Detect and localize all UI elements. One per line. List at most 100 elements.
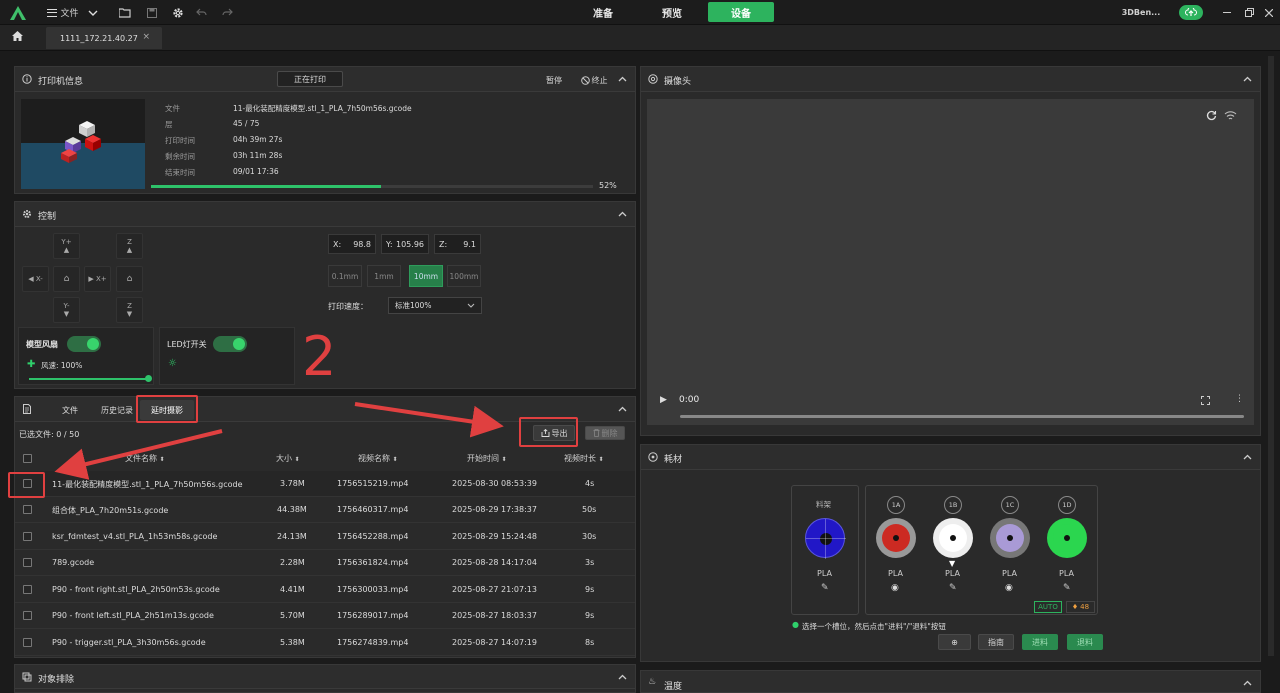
filament-header: 耗材 <box>641 445 1260 470</box>
tab-files[interactable]: 文件 <box>62 405 78 416</box>
jog-x-minus-button[interactable]: ◀ X- <box>22 266 49 292</box>
step-0-1mm-button[interactable]: 0.1mm <box>328 265 362 287</box>
printer-info-panel: 打印机信息 正在打印 暂停 终止 文件 11-最化装配精度模型.stl_1_PL… <box>14 66 636 194</box>
sort-icon: ⬍ <box>294 456 300 463</box>
jog-y-minus-button[interactable]: Y- ▼ <box>53 297 80 323</box>
play-icon[interactable]: ▶ <box>660 395 667 405</box>
guide-button[interactable]: 指南 <box>978 634 1014 650</box>
fan-slider-handle[interactable] <box>145 375 152 382</box>
humidity-badge: ♦ 48 <box>1066 601 1095 613</box>
open-folder-icon[interactable] <box>118 0 132 25</box>
tab-prepare[interactable]: 准备 <box>583 2 623 22</box>
close-icon[interactable]: × <box>142 32 150 42</box>
row-size: 4.41M <box>280 585 305 594</box>
chevron-up-icon[interactable] <box>618 405 627 414</box>
rack-spool[interactable] <box>805 518 846 559</box>
edit-icon[interactable]: ✎ <box>949 583 957 593</box>
jog-z-down-button[interactable]: Z ▼ <box>116 297 143 323</box>
row-video: 1756515219.mp4 <box>337 479 409 488</box>
page-scrollbar[interactable] <box>1268 56 1274 656</box>
column-header-size[interactable]: 大小 ⬍ <box>276 453 300 464</box>
step-10mm-button[interactable]: 10mm <box>409 265 443 287</box>
model-fan-toggle[interactable] <box>67 336 101 352</box>
row-checkbox[interactable] <box>23 638 32 647</box>
row-checkbox[interactable] <box>23 505 32 514</box>
chevron-up-icon[interactable] <box>618 673 627 682</box>
more-options-icon[interactable]: ⋮ <box>1235 394 1244 404</box>
gear-icon[interactable] <box>171 0 185 25</box>
refresh-icon[interactable] <box>1206 110 1217 121</box>
step-1mm-button[interactable]: 1mm <box>367 265 401 287</box>
row-checkbox[interactable] <box>23 611 32 620</box>
select-all-checkbox[interactable] <box>23 454 32 463</box>
chevron-up-icon[interactable] <box>1243 679 1252 688</box>
chevron-down-icon[interactable] <box>86 0 100 25</box>
object-exclusion-title: 对象排除 <box>38 675 75 685</box>
restore-icon[interactable] <box>1242 0 1256 25</box>
minimize-icon[interactable] <box>1220 0 1234 25</box>
table-row[interactable]: ksr_fdmtest_v4.stl_PLA_1h53m58s.gcode 24… <box>15 524 635 550</box>
table-row[interactable]: P90 - front right.stl_PLA_2h50m53s.gcode… <box>15 577 635 603</box>
column-header-name[interactable]: 文件名称 ⬍ <box>125 453 165 464</box>
tab-history[interactable]: 历史记录 <box>101 405 133 416</box>
delete-button[interactable]: 删除 <box>585 426 625 440</box>
table-row[interactable]: 789.gcode 2.28M 1756361824.mp4 2025-08-2… <box>15 550 635 576</box>
rack-slot[interactable]: 料架 PLA ✎ <box>791 485 859 615</box>
stop-button[interactable]: 终止 <box>571 72 617 88</box>
column-header-video[interactable]: 视频名称 ⬍ <box>358 453 398 464</box>
column-header-start-time[interactable]: 开始时间 ⬍ <box>467 453 507 464</box>
print-time-value: 04h 39m 27s <box>233 135 283 144</box>
load-button[interactable]: 进料 <box>1022 634 1058 650</box>
file-menu[interactable]: 文件 <box>42 0 84 25</box>
save-icon[interactable] <box>145 0 159 25</box>
jog-x-plus-button[interactable]: ▶ X+ <box>84 266 111 292</box>
printer-info-header: 打印机信息 正在打印 暂停 终止 <box>15 67 635 92</box>
step-100mm-button[interactable]: 100mm <box>447 265 481 287</box>
slot-tag-1a: 1A <box>887 496 905 514</box>
row-checkbox[interactable] <box>23 585 32 594</box>
unload-button[interactable]: 退料 <box>1067 634 1103 650</box>
eye-icon[interactable]: ◉ <box>891 583 899 593</box>
table-row[interactable]: 11-最化装配精度模型.stl_1_PLA_7h50m56s.gcode 3.7… <box>15 471 635 497</box>
led-toggle[interactable] <box>213 336 247 352</box>
edit-icon[interactable]: ✎ <box>821 583 829 593</box>
chevron-up-icon[interactable] <box>618 210 627 219</box>
row-checkbox[interactable] <box>23 532 32 541</box>
globe-button[interactable]: ⊕ <box>938 634 971 650</box>
chevron-up-icon[interactable] <box>1243 453 1252 462</box>
spool-1c[interactable] <box>990 518 1030 558</box>
cloud-upload-icon[interactable] <box>1178 0 1204 25</box>
chevron-up-icon[interactable] <box>618 75 627 84</box>
spool-1a[interactable] <box>876 518 916 558</box>
auto-refill-badge[interactable]: AUTO <box>1034 601 1062 613</box>
table-row[interactable]: 组合体_PLA_7h20m51s.gcode 44.38M 1756460317… <box>15 497 635 523</box>
spool-1b[interactable] <box>933 518 973 558</box>
fullscreen-icon[interactable] <box>1201 396 1210 405</box>
row-size: 24.13M <box>277 532 307 541</box>
column-header-duration[interactable]: 视频时长 ⬍ <box>564 453 604 464</box>
jog-y-plus-button[interactable]: Y+ ▲ <box>53 233 80 259</box>
row-file-name: 11-最化装配精度模型.stl_1_PLA_7h50m56s.gcode <box>52 480 243 489</box>
home-icon[interactable] <box>12 31 23 44</box>
close-window-icon[interactable] <box>1262 0 1276 25</box>
jog-home-z-button[interactable]: ⌂ <box>116 266 143 292</box>
tab-device[interactable]: 设备 <box>708 2 774 22</box>
edit-icon[interactable]: ✎ <box>1063 583 1071 593</box>
tab-device-connection[interactable]: 1111_172.21.40.27 × <box>46 27 162 49</box>
table-row[interactable]: P90 - front left.stl_PLA_2h51m13s.gcode … <box>15 603 635 629</box>
row-checkbox[interactable] <box>23 558 32 567</box>
jog-home-xy-button[interactable]: ⌂ <box>53 266 80 292</box>
print-speed-select[interactable]: 标准100% <box>388 297 482 314</box>
table-row[interactable]: P90 - trigger.stl_PLA_3h30m56s.gcode 5.3… <box>15 630 635 656</box>
fan-speed-slider[interactable] <box>29 375 152 382</box>
row-start-time: 2025-08-28 14:17:04 <box>452 558 537 567</box>
eye-icon[interactable]: ◉ <box>1005 583 1013 593</box>
jog-z-up-button[interactable]: Z ▲ <box>116 233 143 259</box>
camera-video[interactable]: ▶ 0:00 ⋮ <box>647 99 1254 425</box>
video-scrubber[interactable] <box>680 415 1244 418</box>
spool-1d[interactable] <box>1047 518 1087 558</box>
redo-icon[interactable] <box>220 0 234 25</box>
chevron-up-icon[interactable] <box>1243 75 1252 84</box>
undo-icon[interactable] <box>194 0 208 25</box>
tab-preview[interactable]: 预览 <box>652 2 692 22</box>
